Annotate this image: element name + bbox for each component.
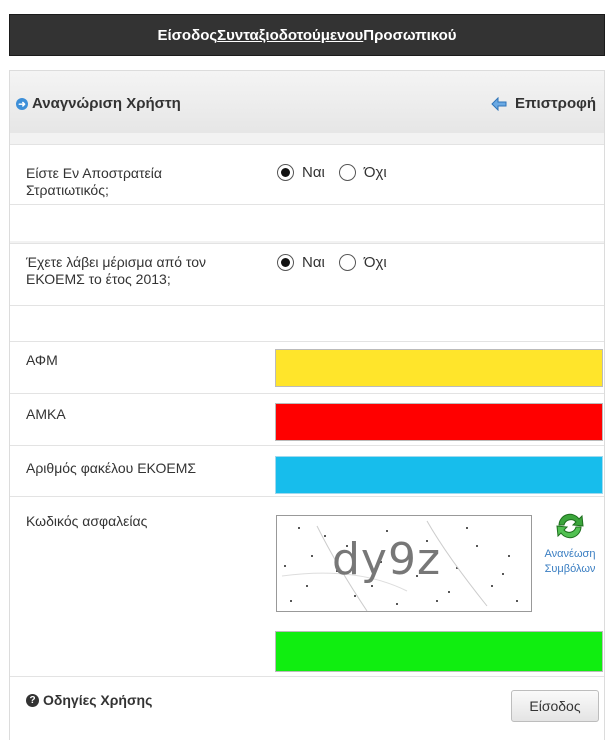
afm-label: ΑΦΜ <box>26 352 58 368</box>
empty-row <box>10 305 604 342</box>
question-label-line: Έχετε λάβει μέρισμα από τον <box>26 254 207 270</box>
field-row-folder: Αριθμός φακέλου ΕΚΟΕΜΣ <box>10 445 604 497</box>
page-header: Είσοδος Συνταξιοδοτούμενου Προσωπικού <box>9 14 605 56</box>
folder-label: Αριθμός φακέλου ΕΚΟΕΜΣ <box>26 460 197 476</box>
radio-label-yes: Ναι <box>302 164 325 181</box>
panel-topbar: ➜ Αναγνώριση Χρήστη Επιστροφή <box>10 71 604 134</box>
back-link[interactable]: Επιστροφή <box>491 95 596 112</box>
field-row-afm: ΑΦΜ <box>10 341 604 394</box>
arrow-right-icon: ➜ <box>16 97 28 110</box>
question-label-retired: Είστε Εν Αποστρατεία Στρατιωτικός; <box>26 165 162 199</box>
question-label-line: Στρατιωτικός; <box>26 182 109 198</box>
radio-retired-yes[interactable] <box>277 164 294 181</box>
login-panel: ➜ Αναγνώριση Χρήστη Επιστροφή Είστε Εν Α… <box>9 70 605 740</box>
panel-heading-label: Αναγνώριση Χρήστη <box>32 95 181 112</box>
radio-dividend-no[interactable] <box>338 254 356 271</box>
login-button[interactable]: Είσοδος <box>511 690 599 722</box>
back-arrow-icon <box>491 96 507 111</box>
radio-group-retired: Ναι Όχι <box>277 164 387 181</box>
spacer-strip <box>10 133 604 144</box>
question-row-dividend: Έχετε λάβει μέρισμα από τον ΕΚΟΕΜΣ το έτ… <box>10 243 604 306</box>
question-icon: ? <box>26 693 39 707</box>
refresh-label-line1: Ανανέωση <box>544 548 596 560</box>
header-title-part1: Είσοδος <box>157 26 218 44</box>
amka-input[interactable] <box>275 403 603 441</box>
folder-input[interactable] <box>275 456 603 494</box>
radio-label-no: Όχι <box>363 254 387 271</box>
radio-group-dividend: Ναι Όχι <box>277 254 387 271</box>
captcha-image: dy9z <box>276 515 532 612</box>
refresh-captcha-button[interactable]: Ανανέωση Συμβόλων <box>536 511 604 576</box>
question-label-dividend: Έχετε λάβει μέρισμα από τον ΕΚΟΕΜΣ το έτ… <box>26 254 206 288</box>
empty-row <box>10 204 604 242</box>
security-code-input[interactable] <box>275 631 603 672</box>
radio-label-no: Όχι <box>363 164 387 181</box>
refresh-label-line2: Συμβόλων <box>544 563 596 575</box>
header-title-underlined: Συνταξιοδοτούμενου <box>217 26 364 44</box>
amka-label: ΑΜΚΑ <box>26 406 66 422</box>
header-title-part2: Προσωπικού <box>363 26 457 44</box>
captcha-text: dy9z <box>332 534 442 585</box>
afm-input[interactable] <box>275 349 603 387</box>
radio-label-yes: Ναι <box>302 254 325 271</box>
security-label: Κωδικός ασφαλείας <box>26 513 148 529</box>
refresh-icon <box>553 513 587 545</box>
field-row-amka: ΑΜΚΑ <box>10 393 604 446</box>
help-link[interactable]: ? Οδηγίες Χρήσης <box>26 692 152 708</box>
help-label: Οδηγίες Χρήσης <box>43 692 153 708</box>
radio-retired-no[interactable] <box>338 164 356 181</box>
question-row-retired: Είστε Εν Αποστρατεία Στρατιωτικός; Ναι Ό… <box>10 144 604 205</box>
back-link-label: Επιστροφή <box>515 95 596 112</box>
question-label-line: Είστε Εν Αποστρατεία <box>26 165 162 181</box>
radio-dividend-yes[interactable] <box>277 254 294 271</box>
panel-heading: ➜ Αναγνώριση Χρήστη <box>16 95 181 112</box>
question-label-line: ΕΚΟΕΜΣ το έτος 2013; <box>26 271 171 287</box>
